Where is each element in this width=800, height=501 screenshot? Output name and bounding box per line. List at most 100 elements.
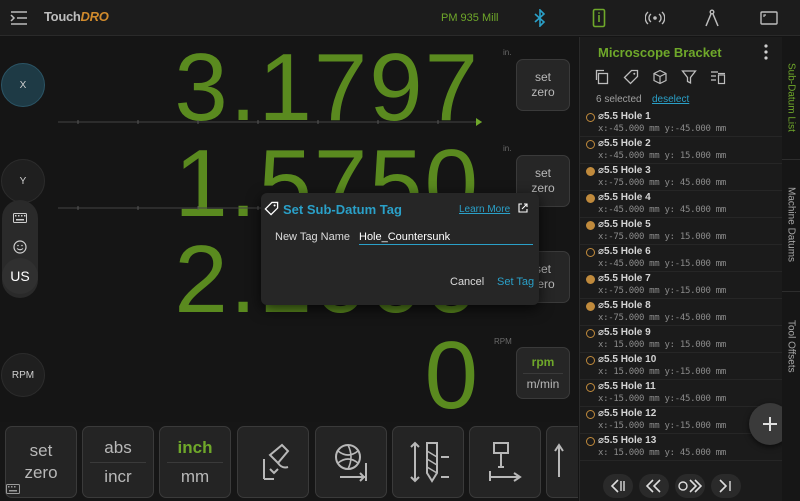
item-name: ⌀5.5 Hole 6 [598,246,651,257]
list-item[interactable]: ⌀5.5 Hole 1 x:-45.000 mm y:-45.000 mm [580,110,783,137]
rpm-units-toggle[interactable]: rpm m/min [516,347,570,399]
select-checkbox[interactable] [586,437,595,446]
select-checkbox[interactable] [586,221,595,230]
item-name: ⌀5.5 Hole 7 [598,273,651,284]
select-checkbox[interactable] [586,194,595,203]
list-item[interactable]: ⌀5.5 Hole 2 x:-45.000 mm y: 15.000 mm [580,137,783,164]
fullscreen-icon[interactable] [759,8,779,28]
tool-next-button[interactable] [546,426,578,498]
item-coords: x:-75.000 mm y:-15.000 mm [598,286,726,296]
keyboard-language-button[interactable]: US [2,258,38,294]
select-checkbox[interactable] [586,302,595,311]
machine-name[interactable]: PM 935 Mill [441,12,498,24]
list-item[interactable]: ⌀5.5 Hole 5 x:-75.000 mm y: 15.000 mm [580,218,783,245]
app-logo: TouchDRO [44,9,109,24]
axis-button-x[interactable]: X [1,63,45,107]
plus-icon [763,417,777,431]
select-checkbox[interactable] [586,329,595,338]
keyboard-icon[interactable] [12,210,28,226]
tool-next-icon [553,443,564,477]
item-name: ⌀5.5 Hole 10 [598,354,657,365]
tab-machine-datums[interactable]: Machine Datums [782,159,800,289]
select-checkbox[interactable] [586,140,595,149]
panel-toolbar [594,69,764,87]
selected-count: 6 selected [596,94,642,105]
learn-more-link[interactable]: Learn More [459,204,510,215]
tab-tool-offsets[interactable]: Tool Offsets [782,291,800,401]
list-item[interactable]: ⌀5.5 Hole 4 x:-45.000 mm y: 45.000 mm [580,191,783,218]
list-item[interactable]: ⌀5.5 Hole 9 x: 15.000 mm y: 15.000 mm [580,326,783,353]
filter-icon[interactable] [681,69,697,85]
item-coords: x:-15.000 mm y:-15.000 mm [598,421,726,431]
bluetooth-icon[interactable] [530,8,550,28]
nav-prev-button[interactable] [639,474,669,498]
broadcast-icon[interactable] [645,8,665,28]
list-item[interactable]: ⌀5.5 Hole 13 x: 15.000 mm y: 45.000 mm [580,434,783,461]
chevrons-right-icon [678,479,702,493]
rpm-readout[interactable]: 0 [60,321,480,431]
tablet-icon[interactable] [589,8,609,28]
external-link-icon[interactable] [518,203,528,213]
top-bar: TouchDRO PM 935 Mill [0,0,800,36]
inch-mm-toggle[interactable]: inch mm [159,426,231,498]
tag-icon[interactable] [623,69,639,85]
drill-depth-button[interactable] [392,426,464,498]
select-checkbox[interactable] [586,356,595,365]
list-item[interactable]: ⌀5.5 Hole 11 x:-15.000 mm y:-45.000 mm [580,380,783,407]
list-item[interactable]: ⌀5.5 Hole 3 x:-75.000 mm y: 45.000 mm [580,164,783,191]
rpm-unit: RPM [494,337,512,346]
y-unit: in. [503,144,512,153]
keyboard-mini-icon[interactable] [6,484,20,494]
item-name: ⌀5.5 Hole 9 [598,327,651,338]
item-name: ⌀5.5 Hole 5 [598,219,651,230]
tool-offset-button[interactable] [315,426,387,498]
delete-list-icon[interactable] [710,69,726,85]
tag-name-input[interactable] [359,229,533,245]
nav-next-button[interactable] [675,474,705,498]
list-item[interactable]: ⌀5.5 Hole 7 x:-75.000 mm y:-15.000 mm [580,272,783,299]
cancel-button[interactable]: Cancel [450,276,484,288]
item-coords: x:-45.000 mm y: 45.000 mm [598,205,726,215]
item-coords: x:-75.000 mm y: 15.000 mm [598,232,726,242]
nav-last-icon [719,479,731,493]
item-name: ⌀5.5 Hole 12 [598,408,657,419]
copy-icon[interactable] [594,69,610,85]
edge-find-button[interactable] [237,426,309,498]
edge-find-icon [263,443,290,480]
x-scale [58,118,482,126]
cube-icon[interactable] [652,69,668,85]
item-coords: x:-45.000 mm y: 15.000 mm [598,151,726,161]
deselect-link[interactable]: deselect [652,94,689,105]
item-coords: x: 15.000 mm y: 15.000 mm [598,340,726,350]
item-name: ⌀5.5 Hole 4 [598,192,651,203]
item-name: ⌀5.5 Hole 13 [598,435,657,446]
list-item[interactable]: ⌀5.5 Hole 8 x:-75.000 mm y:-45.000 mm [580,299,783,326]
tool-offset-icon [335,444,367,482]
item-name: ⌀5.5 Hole 2 [598,138,651,149]
select-checkbox[interactable] [586,113,595,122]
select-checkbox[interactable] [586,410,595,419]
set-zero-x-button[interactable]: set zero [516,59,570,111]
nav-first-button[interactable] [603,474,633,498]
menu-icon[interactable] [10,9,28,27]
select-checkbox[interactable] [586,248,595,257]
item-name: ⌀5.5 Hole 3 [598,165,651,176]
set-tag-button[interactable]: Set Tag [497,276,534,288]
axis-button-rpm[interactable]: RPM [1,353,45,397]
axis-button-y[interactable]: Y [1,159,45,203]
spindle-feed-icon [489,442,522,482]
list-item[interactable]: ⌀5.5 Hole 10 x: 15.000 mm y:-15.000 mm [580,353,783,380]
select-checkbox[interactable] [586,383,595,392]
nav-last-button[interactable] [711,474,741,498]
tab-sub-datum-list[interactable]: Sub-Datum List [782,37,800,157]
select-checkbox[interactable] [586,167,595,176]
item-coords: x:-75.000 mm y: 45.000 mm [598,178,726,188]
list-item[interactable]: ⌀5.5 Hole 6 x:-45.000 mm y:-15.000 mm [580,245,783,272]
item-coords: x:-45.000 mm y:-15.000 mm [598,259,726,269]
compass-icon[interactable] [702,8,722,28]
abs-incr-toggle[interactable]: abs incr [82,426,154,498]
emoji-icon[interactable] [12,239,28,255]
more-options-icon[interactable] [761,43,771,61]
select-checkbox[interactable] [586,275,595,284]
spindle-feed-button[interactable] [469,426,541,498]
